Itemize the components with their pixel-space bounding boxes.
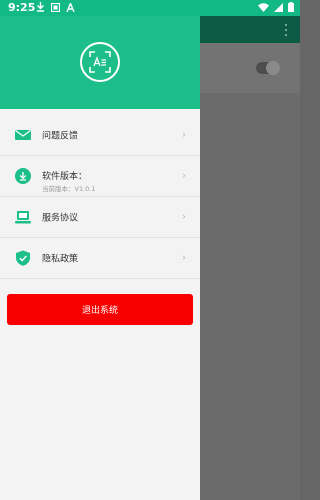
status-left-icons (36, 2, 75, 12)
wifi-icon (258, 2, 269, 12)
drawer-header (0, 0, 200, 109)
mail-icon (15, 130, 31, 140)
status-bar: 9:25 (0, 0, 300, 16)
laptop-icon (15, 211, 31, 224)
chevron-right-icon: › (182, 211, 186, 223)
menu-item-service-agreement[interactable]: 服务协议 › (0, 197, 200, 238)
download-icon (15, 168, 31, 184)
logout-button[interactable]: 退出系统 (7, 294, 193, 325)
navigation-drawer: 问题反馈 › 软件版本： 当前版本：V1.0.1 › 服务协议 › 隐私政策 ›… (0, 0, 200, 500)
battery-icon (288, 2, 294, 12)
drawer-menu: 问题反馈 › 软件版本： 当前版本：V1.0.1 › 服务协议 › 隐私政策 › (0, 115, 200, 279)
scan-text-icon (89, 51, 111, 73)
image-icon (51, 2, 60, 12)
background-toggle[interactable] (256, 61, 280, 75)
signal-icon (274, 2, 283, 12)
version-subtitle: 当前版本：V1.0.1 (42, 185, 96, 193)
menu-item-feedback[interactable]: 问题反馈 › (0, 115, 200, 156)
a-icon (66, 2, 75, 12)
menu-item-label: 软件版本： (42, 172, 88, 182)
menu-item-privacy-policy[interactable]: 隐私政策 › (0, 238, 200, 279)
menu-item-version[interactable]: 软件版本： 当前版本：V1.0.1 › (0, 156, 200, 197)
status-time: 9:25 (8, 1, 36, 14)
app-logo (80, 42, 120, 82)
menu-item-label: 服务协议 (42, 213, 79, 224)
chevron-right-icon: › (182, 129, 186, 141)
download-icon (37, 2, 44, 12)
chevron-right-icon: › (182, 170, 186, 182)
menu-item-label: 问题反馈 (42, 131, 79, 142)
menu-item-label: 隐私政策 (42, 254, 79, 265)
more-options-icon[interactable] (284, 24, 288, 36)
shield-icon (16, 250, 30, 266)
status-right-icons (258, 2, 294, 12)
chevron-right-icon: › (182, 252, 186, 264)
